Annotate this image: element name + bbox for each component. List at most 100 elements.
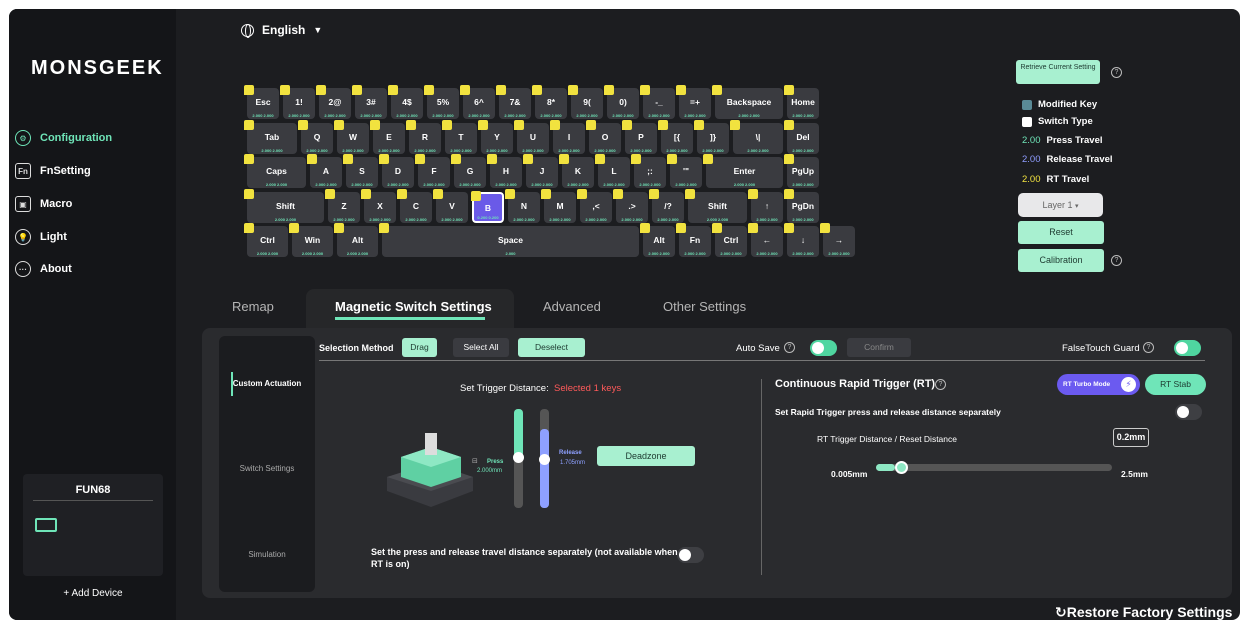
- key-u[interactable]: U 2.000 2.000: [514, 120, 549, 154]
- auto-save-toggle[interactable]: [810, 340, 837, 356]
- key-1[interactable]: 1! 2.000 2.000: [280, 85, 315, 119]
- help-icon[interactable]: ?: [935, 379, 946, 390]
- key-3[interactable]: 3# 2.000 2.000: [352, 85, 387, 119]
- key-d[interactable]: D 2.000 2.000: [379, 154, 414, 188]
- calibration-button[interactable]: Calibration: [1018, 249, 1104, 272]
- key-z[interactable]: Z 2.000 2.000: [325, 189, 360, 223]
- sidebar-item-fnsetting[interactable]: Fn FnSetting: [15, 160, 91, 182]
- subnav-switch-settings[interactable]: Switch Settings: [219, 464, 315, 473]
- key-tab[interactable]: Tab 2.000 2.000: [244, 120, 297, 154]
- drag-button[interactable]: Drag: [402, 338, 437, 357]
- retrieve-setting-button[interactable]: Retrieve Current Setting: [1016, 60, 1100, 84]
- key-m[interactable]: M 2.000 2.000: [541, 189, 576, 223]
- key-8[interactable]: 8* 2.000 2.000: [532, 85, 567, 119]
- key-2[interactable]: 2@ 2.000 2.000: [316, 85, 351, 119]
- key-o[interactable]: O 2.000 2.000: [586, 120, 621, 154]
- key-[interactable]: .> 2.000 2.000: [613, 189, 648, 223]
- key-backspace[interactable]: Backspace 2.000 2.000: [712, 85, 783, 119]
- deselect-button[interactable]: Deselect: [518, 338, 585, 357]
- key-c[interactable]: C 2.000 2.000: [397, 189, 432, 223]
- add-device-button[interactable]: + Add Device: [23, 583, 163, 609]
- key-t[interactable]: T 2.000 2.000: [442, 120, 477, 154]
- press-slider[interactable]: [513, 409, 524, 508]
- key-f[interactable]: F 2.000 2.000: [415, 154, 450, 188]
- key-r[interactable]: R 2.000 2.000: [406, 120, 441, 154]
- language-selector[interactable]: English ▼: [241, 23, 322, 38]
- key-alt[interactable]: Alt 2.000 2.000: [640, 223, 675, 257]
- help-icon[interactable]: ?: [1111, 255, 1122, 266]
- key-[interactable]: ]} 2.000 2.000: [694, 120, 729, 154]
- key-a[interactable]: A 2.000 2.000: [307, 154, 342, 188]
- sidebar-item-configuration[interactable]: ⚙ Configuration: [15, 127, 112, 149]
- key-esc[interactable]: Esc 2.000 2.000: [244, 85, 279, 119]
- key-[interactable]: /? 2.000 2.000: [649, 189, 684, 223]
- tab-remap[interactable]: Remap: [232, 299, 274, 314]
- help-icon[interactable]: ?: [1143, 342, 1154, 353]
- sidebar-item-macro[interactable]: ▣ Macro: [15, 193, 72, 215]
- key-v[interactable]: V 2.000 2.000: [433, 189, 468, 223]
- key-[interactable]: -_ 2.000 2.000: [640, 85, 675, 119]
- key-b[interactable]: B 0.200 0.200: [471, 191, 504, 223]
- key-shift[interactable]: Shift 2.000 2.000: [244, 189, 324, 223]
- key-x[interactable]: X 2.000 2.000: [361, 189, 396, 223]
- key-q[interactable]: Q 2.000 2.000: [298, 120, 333, 154]
- sidebar-item-about[interactable]: ··· About: [15, 258, 72, 280]
- key-7[interactable]: 7& 2.000 2.000: [496, 85, 531, 119]
- key-9[interactable]: 9(2.000 2.000: [568, 85, 603, 119]
- key-g[interactable]: G 2.000 2.000: [451, 154, 486, 188]
- tab-magnetic-switch-settings[interactable]: Magnetic Switch Settings: [335, 299, 492, 314]
- key-[interactable]: '" 2.000 2.000: [667, 154, 702, 188]
- press-slider-handle[interactable]: [513, 451, 524, 463]
- key-p[interactable]: P 2.000 2.000: [622, 120, 657, 154]
- subnav-custom-actuation[interactable]: Custom Actuation: [219, 379, 315, 388]
- rt-slider[interactable]: [876, 461, 1112, 474]
- key-ctrl[interactable]: Ctrl 2.000 2.000: [712, 223, 747, 257]
- key-[interactable]: ,< 2.000 2.000: [577, 189, 612, 223]
- key-home[interactable]: Home 2.000 2.000: [784, 85, 819, 119]
- key-[interactable]: \| 2.000 2.000: [730, 120, 783, 154]
- key-space[interactable]: Space 2.000: [379, 223, 639, 257]
- key-caps[interactable]: Caps 2.000 2.000: [244, 154, 306, 188]
- key-[interactable]: ← 2.000 2.000: [748, 223, 783, 257]
- deadzone-button[interactable]: Deadzone: [597, 446, 695, 466]
- tab-advanced[interactable]: Advanced: [543, 299, 601, 314]
- key-n[interactable]: N 2.000 2.000: [505, 189, 540, 223]
- key-0[interactable]: 0) 2.000 2.000: [604, 85, 639, 119]
- select-all-button[interactable]: Select All: [453, 338, 509, 357]
- key-[interactable]: ↓ 2.000 2.000: [784, 223, 819, 257]
- key-pgdn[interactable]: PgDn 2.000 2.000: [784, 189, 819, 223]
- rt-slider-handle[interactable]: [894, 461, 908, 474]
- key-win[interactable]: Win 2.000 2.000: [289, 223, 333, 257]
- key-4[interactable]: 4$ 2.000 2.000: [388, 85, 423, 119]
- rt-separate-toggle[interactable]: [1175, 404, 1202, 420]
- key-alt[interactable]: Alt 2.000 2.000: [334, 223, 378, 257]
- key-j[interactable]: J 2.000 2.000: [523, 154, 558, 188]
- key-ctrl[interactable]: Ctrl 2.000 2.000: [244, 223, 288, 257]
- key-s[interactable]: S 2.000 2.000: [343, 154, 378, 188]
- rt-turbo-mode-button[interactable]: RT Turbo Mode ⚡: [1057, 374, 1140, 395]
- separate-travel-toggle[interactable]: [677, 547, 704, 563]
- subnav-simulation[interactable]: Simulation: [219, 550, 315, 559]
- key-[interactable]: → 2.000 2.000: [820, 223, 855, 257]
- key-6[interactable]: 6^ 2.000 2.000: [460, 85, 495, 119]
- key-enter[interactable]: Enter 2.000 2.000: [703, 154, 783, 188]
- key-l[interactable]: L 2.000 2.000: [595, 154, 630, 188]
- key-y[interactable]: Y 2.000 2.000: [478, 120, 513, 154]
- key-pgup[interactable]: PgUp 2.000 2.000: [784, 154, 819, 188]
- key-shift[interactable]: Shift 2.000 2.000: [685, 189, 747, 223]
- confirm-button[interactable]: Confirm: [847, 338, 911, 357]
- sidebar-item-light[interactable]: 💡 Light: [15, 226, 67, 248]
- key-[interactable]: =+ 2.000 2.000: [676, 85, 711, 119]
- device-card[interactable]: FUN68: [23, 474, 163, 576]
- help-icon[interactable]: ?: [784, 342, 795, 353]
- key-[interactable]: ;: 2.000 2.000: [631, 154, 666, 188]
- key-h[interactable]: H 2.000 2.000: [487, 154, 522, 188]
- key-w[interactable]: W 2.000 2.000: [334, 120, 369, 154]
- key-5[interactable]: 5% 2.000 2.000: [424, 85, 459, 119]
- rt-stab-button[interactable]: RT Stab: [1145, 374, 1206, 395]
- key-[interactable]: [{2.000 2.000: [658, 120, 693, 154]
- tab-other-settings[interactable]: Other Settings: [663, 299, 746, 314]
- key-e[interactable]: E 2.000 2.000: [370, 120, 405, 154]
- key-i[interactable]: I 2.000 2.000: [550, 120, 585, 154]
- reset-button[interactable]: Reset: [1018, 221, 1104, 244]
